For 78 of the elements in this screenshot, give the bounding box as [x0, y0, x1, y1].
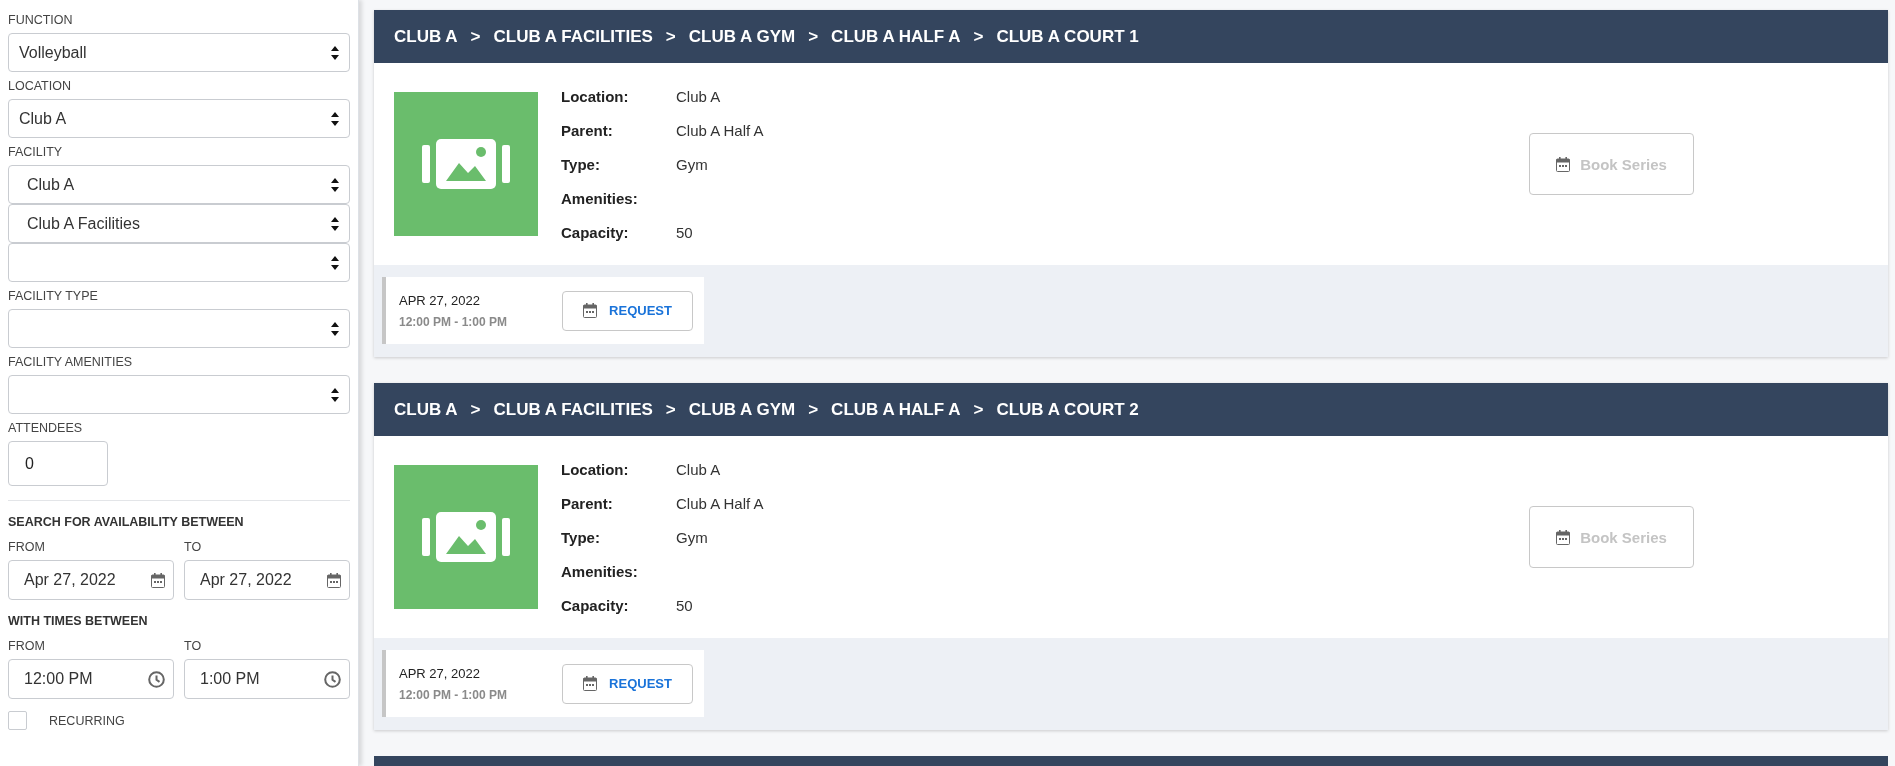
breadcrumb-item: CLUB A GYM — [688, 26, 796, 47]
detail-value: Club A — [676, 459, 722, 479]
field-label: FACILITY AMENITIES — [8, 355, 134, 369]
slot-date: APR 27, 2022 — [399, 665, 481, 681]
slot-time: 12:00 PM - 1:00 PM — [399, 687, 509, 702]
breadcrumb-item: CLUB A COURT 2 — [996, 399, 1139, 420]
select-field[interactable] — [8, 375, 350, 414]
section-title: SEARCH FOR AVAILABILITY BETWEEN — [8, 515, 245, 529]
select-field[interactable] — [8, 309, 350, 348]
detail-value: Gym — [676, 154, 709, 174]
detail-value: Club A Half A — [676, 120, 765, 140]
field-label: FACILITY — [8, 145, 64, 159]
image-icon — [422, 512, 510, 562]
clock-icon — [324, 670, 341, 688]
calendar-icon — [151, 572, 165, 588]
calendar-icon — [583, 303, 598, 318]
image-icon — [422, 139, 510, 189]
breadcrumb-item: CLUB A FACILITIES — [493, 26, 653, 47]
detail-label: Type: — [561, 154, 601, 174]
breadcrumb-separator: > — [973, 399, 984, 420]
breadcrumb-item: CLUB A — [394, 26, 458, 47]
calendar-icon — [583, 676, 598, 691]
time-field[interactable]: 1:00 PM — [184, 659, 350, 699]
detail-label: Type: — [561, 527, 601, 547]
section-title: WITH TIMES BETWEEN — [8, 614, 149, 628]
request-button[interactable]: REQUEST — [562, 290, 693, 331]
slot-date: APR 27, 2022 — [399, 292, 481, 308]
date-field[interactable]: Apr 27, 2022 — [184, 560, 350, 600]
field-label: FUNCTION — [8, 13, 74, 27]
detail-label: Capacity: — [561, 595, 630, 615]
select-field[interactable] — [8, 243, 350, 282]
calendar-icon — [1556, 156, 1571, 172]
breadcrumb-separator: > — [808, 399, 819, 420]
number-field[interactable]: 0 — [8, 441, 108, 486]
field-label: LOCATION — [8, 79, 72, 93]
time-field[interactable]: 12:00 PM — [8, 659, 174, 699]
slot-time: 12:00 PM - 1:00 PM — [399, 314, 509, 329]
detail-label: Amenities: — [561, 561, 639, 581]
detail-value: 50 — [676, 595, 694, 615]
field-label: TO — [184, 639, 203, 653]
checkbox-label: RECURRING — [49, 713, 125, 728]
select-field[interactable]: Club A — [8, 165, 350, 204]
breadcrumb-item: CLUB A HALF A — [831, 26, 961, 47]
field-label: FROM — [8, 639, 46, 653]
detail-value: 50 — [676, 222, 694, 242]
breadcrumb-item: CLUB A GYM — [688, 399, 796, 420]
field-label: FACILITY TYPE — [8, 289, 99, 303]
detail-label: Location: — [561, 86, 630, 106]
detail-value: Gym — [676, 527, 709, 547]
select-field[interactable]: Volleyball — [8, 33, 350, 72]
select-field[interactable]: Club A Facilities — [8, 204, 350, 243]
field-label: TO — [184, 540, 203, 554]
detail-label: Location: — [561, 459, 630, 479]
detail-label: Parent: — [561, 493, 614, 513]
field-label: FROM — [8, 540, 46, 554]
select-field[interactable]: Club A — [8, 99, 350, 138]
breadcrumb-separator: > — [470, 399, 481, 420]
calendar-icon — [1556, 529, 1571, 545]
clock-icon — [148, 670, 165, 688]
breadcrumb-separator: > — [665, 26, 676, 47]
breadcrumb-separator: > — [973, 26, 984, 47]
detail-value: Club A Half A — [676, 493, 765, 513]
request-button[interactable]: REQUEST — [562, 663, 693, 704]
breadcrumb-separator: > — [470, 26, 481, 47]
calendar-icon — [327, 572, 341, 588]
breadcrumb-separator: > — [808, 26, 819, 47]
detail-value: Club A — [676, 86, 722, 106]
detail-label: Parent: — [561, 120, 614, 140]
detail-label: Amenities: — [561, 188, 639, 208]
breadcrumb-item: CLUB A — [394, 399, 458, 420]
breadcrumb-item: CLUB A HALF A — [831, 399, 961, 420]
detail-label: Capacity: — [561, 222, 630, 242]
recurring-checkbox[interactable] — [8, 711, 27, 730]
breadcrumb-separator: > — [665, 399, 676, 420]
field-label: ATTENDEES — [8, 421, 84, 435]
breadcrumb-item: CLUB A FACILITIES — [493, 399, 653, 420]
date-field[interactable]: Apr 27, 2022 — [8, 560, 174, 600]
breadcrumb-item: CLUB A COURT 1 — [996, 26, 1139, 47]
